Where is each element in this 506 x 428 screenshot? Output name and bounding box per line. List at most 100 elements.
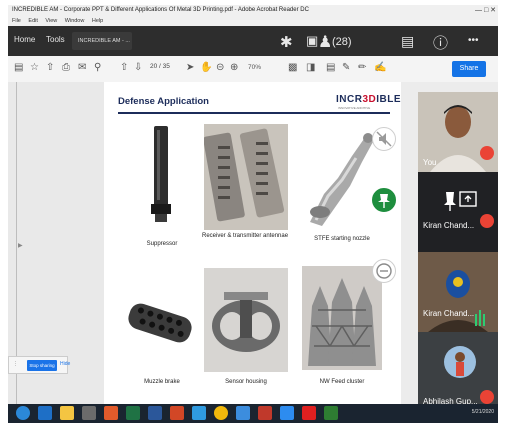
participant-tile[interactable]: You: [418, 92, 498, 172]
slide-title: Defense Application: [118, 96, 209, 107]
windows-taskbar: 5/21/2020: [8, 404, 498, 423]
sign-icon[interactable]: ✍: [374, 62, 386, 73]
select-tool-icon[interactable]: ➤: [186, 62, 194, 73]
remove-button[interactable]: [372, 259, 396, 283]
more-icon[interactable]: •••: [468, 35, 479, 46]
people-icon[interactable]: ♟: [318, 32, 332, 52]
zoom-out-icon[interactable]: ⊝: [216, 62, 224, 73]
hide-button[interactable]: Hide: [60, 361, 70, 367]
app-icon[interactable]: [324, 406, 338, 420]
pin-icon: [378, 194, 390, 208]
participant-tile[interactable]: Kiran Chand...: [418, 172, 498, 252]
feed-cluster-image: [302, 266, 382, 370]
bookmark-star-icon[interactable]: ☆: [30, 62, 39, 73]
fit-page-icon[interactable]: ▩: [288, 62, 297, 73]
stop-sharing-button[interactable]: Stop sharing: [27, 360, 57, 371]
menu-edit[interactable]: Edit: [28, 18, 37, 24]
antennae-image: [204, 124, 288, 230]
taskbar-clock: 5/21/2020: [471, 409, 494, 415]
mic-off-icon: [480, 146, 494, 160]
menu-view[interactable]: View: [45, 18, 57, 24]
presenting-icon: [444, 191, 477, 211]
expand-pane-icon[interactable]: ▶: [18, 242, 23, 249]
nozzle-image: [310, 133, 374, 226]
product-label: STFE starting nozzle: [314, 236, 370, 242]
muzzle-brake-image: [128, 303, 192, 343]
mail-icon[interactable]: ✉: [78, 62, 86, 73]
pen-icon[interactable]: ✎: [342, 62, 350, 73]
app-icon[interactable]: [258, 406, 272, 420]
captions-icon[interactable]: ▣: [306, 33, 318, 49]
product-label: Sensor housing: [225, 379, 267, 385]
window-controls[interactable]: — □ ✕: [475, 5, 496, 16]
mic-off-icon: [480, 214, 494, 228]
drag-handle-icon[interactable]: ⋮: [13, 361, 18, 367]
product-label: Suppressor: [146, 241, 178, 247]
powerpoint-icon[interactable]: [170, 406, 184, 420]
excel-icon[interactable]: [126, 406, 140, 420]
print-icon[interactable]: ⎙: [62, 62, 70, 73]
upload-icon[interactable]: ⇧: [46, 62, 54, 73]
firefox-icon[interactable]: [104, 406, 118, 420]
logo-tagline: INNOVATIVE ADDITIVE: [338, 106, 371, 110]
tab-home[interactable]: Home: [14, 35, 35, 44]
participant-count[interactable]: (28): [332, 36, 352, 48]
chat-icon[interactable]: ▤: [401, 33, 414, 50]
title-rule: [118, 112, 390, 114]
zoom-in-icon[interactable]: ⊕: [230, 62, 238, 73]
word-icon[interactable]: [148, 406, 162, 420]
suppressor-image: [151, 126, 171, 222]
sensor-housing-image: [204, 268, 288, 372]
meet-sharing-bar: ⋮ Stop sharing Hide: [8, 356, 70, 374]
pdf-slide: Defense Application INCR3DIBLE INNOVATIV…: [104, 82, 401, 404]
highlight-icon[interactable]: ✏: [358, 62, 366, 73]
acrobat-tab-bar: Home Tools INCREDIBLE AM - ...: [8, 26, 498, 56]
start-icon[interactable]: [16, 406, 30, 420]
file-explorer-icon[interactable]: [60, 406, 74, 420]
menu-file[interactable]: File: [12, 18, 21, 24]
participant-tile[interactable]: Abhilash Gup...: [418, 332, 498, 412]
tab-document[interactable]: INCREDIBLE AM - ...: [72, 32, 132, 50]
participant-name: Kiran Chand...: [423, 309, 475, 318]
menu-bar: File Edit View Window Help: [8, 16, 498, 26]
window-title: INCREDIBLE AM - Corporate PPT & Differen…: [12, 7, 309, 13]
incredible-logo: INCR3DIBLE: [336, 94, 402, 105]
product-label: Receiver & transmitter antennae: [202, 233, 289, 239]
product-label: NW Feed cluster: [319, 379, 365, 385]
acrobat-icon[interactable]: [302, 406, 316, 420]
menu-help[interactable]: Help: [92, 18, 103, 24]
search-icon[interactable]: ⚲: [94, 62, 101, 73]
bluetooth-icon[interactable]: ✱: [280, 33, 293, 51]
crop-icon[interactable]: ◨: [306, 62, 315, 73]
menu-window[interactable]: Window: [65, 18, 85, 24]
product-label: Muzzle brake: [144, 379, 180, 385]
window-title-bar: INCREDIBLE AM - Corporate PPT & Differen…: [8, 5, 498, 16]
share-button[interactable]: Share: [452, 61, 486, 77]
app-icon[interactable]: [236, 406, 250, 420]
participant-tile[interactable]: Kiran Chand...: [418, 252, 498, 332]
participant-name: You: [423, 158, 437, 167]
page-indicator[interactable]: 20 / 35: [150, 63, 170, 70]
participant-video: [418, 252, 498, 332]
mic-off-icon: [480, 390, 494, 404]
participant-name: Kiran Chand...: [423, 221, 475, 230]
prev-page-icon[interactable]: ⇧: [120, 62, 128, 73]
page-view-icon[interactable]: ▤: [14, 62, 23, 73]
chrome-icon[interactable]: [214, 406, 228, 420]
screen: INCREDIBLE AM - Corporate PPT & Differen…: [8, 5, 498, 423]
mute-presentation-button[interactable]: [372, 127, 396, 151]
volume-off-icon: [376, 131, 392, 147]
info-icon[interactable]: ⓘ: [433, 32, 448, 53]
ie-icon[interactable]: [38, 406, 52, 420]
comment-icon[interactable]: ▤: [326, 62, 335, 73]
next-page-icon[interactable]: ⇩: [134, 62, 142, 73]
pin-button[interactable]: [372, 188, 396, 212]
app-icon[interactable]: [280, 406, 294, 420]
minus-circle-icon: [376, 263, 392, 279]
hand-tool-icon[interactable]: ✋: [200, 62, 212, 73]
zoom-level[interactable]: 70%: [248, 64, 261, 71]
media-icon[interactable]: [82, 406, 96, 420]
acrobat-toolbar: ▤ ☆ ⇧ ⎙ ✉ ⚲ ⇧ ⇩ 20 / 35 ➤ ✋ ⊝ ⊕ 70% ▩ ◨ …: [8, 56, 498, 83]
tab-tools[interactable]: Tools: [46, 35, 65, 44]
app-icon[interactable]: [192, 406, 206, 420]
